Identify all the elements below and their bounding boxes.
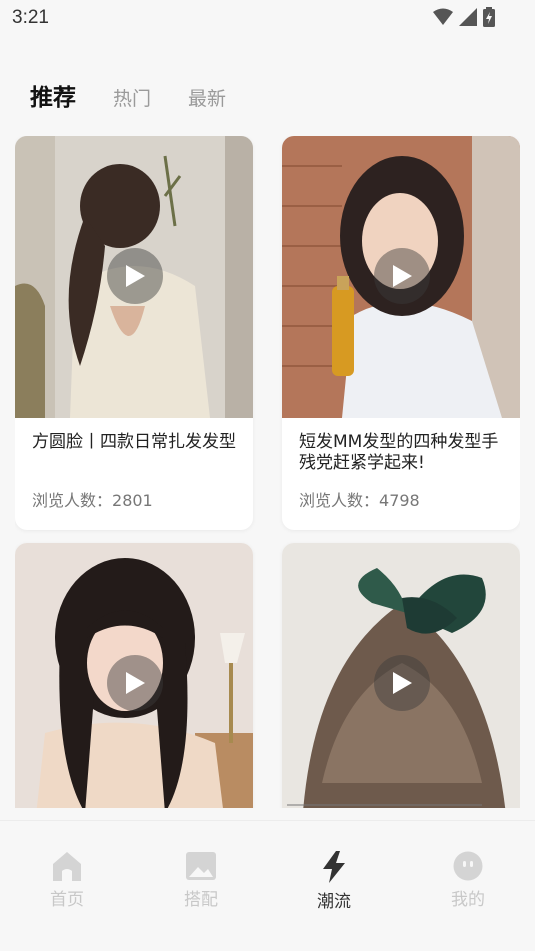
tab-latest[interactable]: 最新 [188,84,226,111]
video-card[interactable] [282,543,520,808]
bottom-nav: 首页 搭配 潮流 我的 [0,820,535,951]
play-button[interactable] [107,655,163,711]
play-icon [126,672,145,694]
view-count: 浏览人数：4798 [299,487,503,530]
video-card[interactable]: 方圆脸丨四款日常扎发发型 浏览人数：2801 [15,136,253,530]
tab-hot[interactable]: 热门 [113,84,151,111]
view-count-label: 浏览人数： [32,491,113,510]
nav-trend-label: 潮流 [317,892,351,912]
tab-recommend[interactable]: 推荐 [30,78,76,112]
video-thumbnail [15,136,253,418]
play-icon [393,265,412,287]
video-grid: 方圆脸丨四款日常扎发发型 浏览人数：2801 短发MM发型的四种发型手残党赶紧学… [15,136,520,808]
status-bar: 3:21 [0,0,535,36]
home-icon [53,852,81,881]
battery-icon [483,7,495,27]
video-thumbnail [282,136,520,418]
video-thumbnail [282,543,520,808]
view-count-value: 2801 [112,491,153,510]
image-icon [186,852,216,880]
status-icons [433,7,495,27]
video-card[interactable]: 短发MM发型的四种发型手残党赶紧学起来! 浏览人数：4798 [282,136,520,530]
nav-mine-label: 我的 [451,890,485,910]
play-icon [126,265,145,287]
wifi-icon [433,8,453,25]
lightning-icon [323,851,345,883]
view-count-value: 4798 [379,491,420,510]
nav-trend[interactable]: 潮流 [294,851,374,912]
nav-match[interactable]: 搭配 [161,851,241,910]
view-count-label: 浏览人数： [299,491,380,510]
play-button[interactable] [374,248,430,304]
status-time: 3:21 [12,7,49,28]
nav-home[interactable]: 首页 [27,851,107,910]
card-title: 方圆脸丨四款日常扎发发型 [32,432,236,452]
nav-mine[interactable]: 我的 [428,851,508,910]
category-tabs: 推荐 热门 最新 [30,78,263,112]
play-icon [393,672,412,694]
nav-home-label: 首页 [50,890,84,910]
card-title: 短发MM发型的四种发型手残党赶紧学起来! [299,432,499,473]
video-card[interactable] [15,543,253,808]
face-icon [453,851,483,881]
play-button[interactable] [374,655,430,711]
video-thumbnail [15,543,253,808]
view-count: 浏览人数：2801 [32,487,236,530]
signal-icon [459,8,477,26]
nav-match-label: 搭配 [184,890,218,910]
play-button[interactable] [107,248,163,304]
